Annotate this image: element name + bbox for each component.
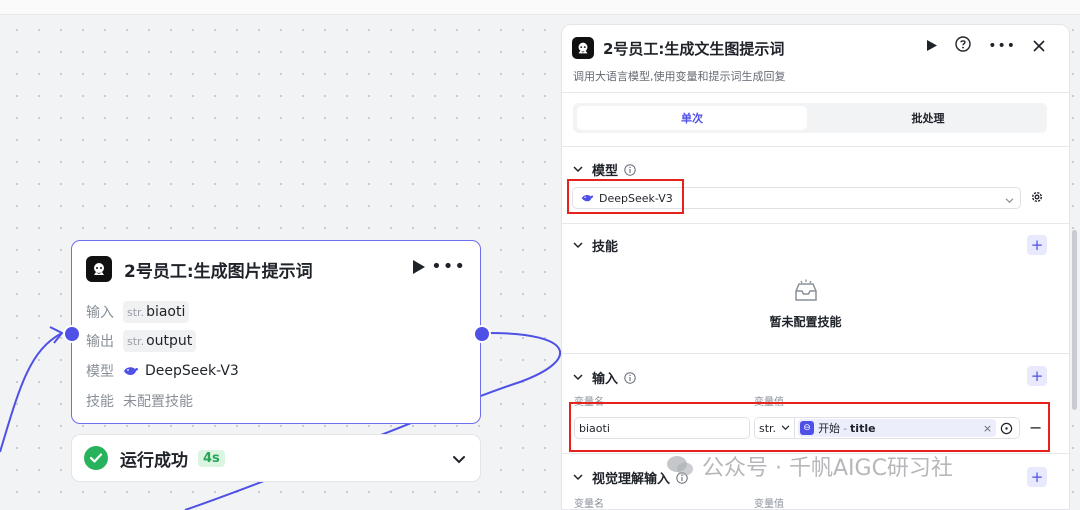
node-title: 2号员工:生成图片提示词: [124, 261, 313, 282]
output-value: output: [146, 333, 193, 349]
divider: [562, 223, 1069, 224]
input-value: biaoti: [146, 304, 186, 320]
node-output-row: 输出 str. output: [86, 330, 197, 352]
panel-actions: •••: [909, 36, 1045, 56]
chevron-down-icon: [573, 166, 583, 173]
model-settings-gear-icon[interactable]: [1030, 189, 1044, 208]
more-icon[interactable]: •••: [988, 38, 1016, 54]
variable-value-column-label: 变量值: [754, 499, 784, 510]
run-duration-badge: 4s: [198, 449, 225, 467]
model-highlight-box: [567, 179, 684, 214]
input-port[interactable]: [63, 325, 81, 343]
vision-section-title: 视觉理解输入: [592, 472, 671, 487]
node-input-row: 输入 str. biaoti: [86, 301, 190, 323]
add-skill-button[interactable]: +: [1027, 235, 1047, 255]
help-icon[interactable]: [955, 36, 971, 56]
chevron-down-icon: [573, 242, 583, 249]
divider: [562, 92, 1069, 93]
run-status-bar[interactable]: 运行成功 4s: [71, 434, 481, 482]
output-label: 输出: [86, 334, 114, 350]
skills-empty-text: 暂未配置技能: [769, 315, 842, 329]
skill-value: 未配置技能: [123, 394, 193, 410]
info-icon: [624, 371, 636, 384]
empty-box-icon: [794, 279, 817, 301]
model-logo-icon: [86, 256, 112, 282]
chevron-down-icon[interactable]: [452, 450, 466, 469]
divider: [562, 353, 1069, 354]
run-node-button[interactable]: [412, 259, 426, 279]
run-status-text: 运行成功: [120, 450, 188, 471]
tab-single[interactable]: 单次: [577, 106, 807, 130]
run-icon[interactable]: [926, 37, 938, 56]
variable-name-column-label: 变量名: [574, 499, 604, 510]
output-port[interactable]: [473, 325, 491, 343]
skills-section-header[interactable]: 技能: [573, 236, 618, 255]
node-header: 2号员工:生成图片提示词 •••: [86, 255, 466, 283]
top-bar: [0, 0, 1080, 15]
chevron-down-icon: [573, 474, 583, 481]
input-highlight-box: [569, 402, 1050, 452]
output-type: str.: [127, 334, 145, 348]
model-section-header[interactable]: 模型: [573, 160, 636, 179]
input-section-header[interactable]: 输入: [573, 368, 636, 387]
skills-section-title: 技能: [592, 240, 619, 255]
node-skill-row: 技能 未配置技能: [86, 390, 193, 412]
info-icon: [624, 163, 636, 176]
input-type: str.: [127, 305, 145, 319]
model-section-title: 模型: [592, 164, 619, 179]
llm-node-card[interactable]: 2号员工:生成图片提示词 ••• 输入 str. biaoti 输出 str. …: [71, 240, 481, 424]
watermark-text: 公众号 · 千帆AIGC研习社: [702, 456, 953, 481]
divider: [562, 146, 1069, 147]
mode-tabs: 单次 批处理: [573, 103, 1047, 133]
chevron-down-icon: [573, 374, 583, 381]
output-tag: str. output: [123, 330, 197, 352]
panel-scrollbar[interactable]: [1072, 230, 1077, 410]
chevron-down-icon: [1005, 194, 1014, 207]
input-label: 输入: [86, 305, 114, 321]
model-value: DeepSeek-V3: [145, 363, 239, 379]
panel-logo-icon: [572, 37, 594, 59]
panel-description: 调用大语言模型,使用变量和提示词生成回复: [573, 70, 786, 83]
panel-header: 2号员工:生成文生图提示词 •••: [572, 36, 1059, 60]
skills-empty-state: 暂未配置技能: [562, 279, 1049, 330]
tab-batch[interactable]: 批处理: [813, 106, 1043, 130]
panel-title: 2号员工:生成文生图提示词: [603, 39, 785, 58]
close-icon[interactable]: [1033, 37, 1045, 56]
success-check-icon: [84, 446, 108, 470]
watermark: 公众号 · 千帆AIGC研习社: [666, 450, 953, 482]
add-input-button[interactable]: +: [1027, 366, 1047, 386]
input-tag: str. biaoti: [123, 301, 190, 323]
more-options-icon[interactable]: •••: [431, 256, 466, 277]
add-vision-input-button[interactable]: +: [1027, 467, 1047, 487]
input-section-title: 输入: [592, 372, 619, 387]
skill-label: 技能: [86, 394, 114, 410]
node-model-row: 模型 DeepSeek-V3: [86, 360, 239, 382]
deepseek-whale-icon: [123, 365, 139, 377]
model-label: 模型: [86, 364, 114, 380]
wechat-icon: [667, 456, 693, 476]
